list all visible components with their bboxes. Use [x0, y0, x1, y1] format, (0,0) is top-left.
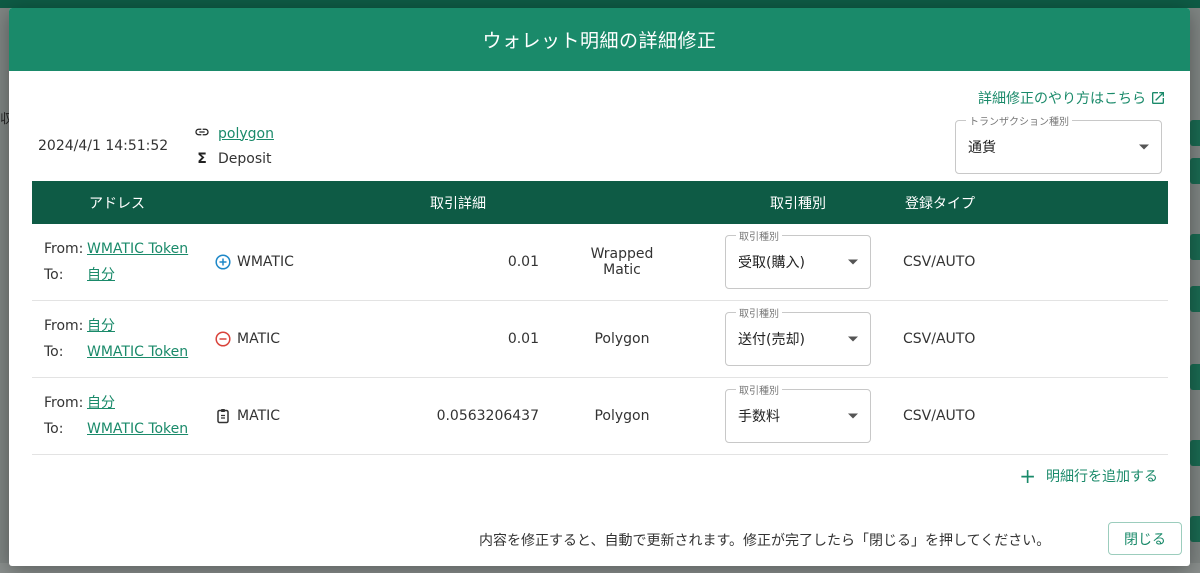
link-icon — [194, 124, 210, 144]
close-button[interactable]: 閉じる — [1108, 522, 1182, 555]
amount: 0.01 — [507, 254, 539, 270]
kind-select[interactable]: 取引種別 送付(売却) — [725, 305, 871, 366]
external-link-icon — [1152, 92, 1164, 104]
detail-edit-modal: ウォレット明細の詳細修正 詳細修正のやり方はこちら 2024/4/1 14:51… — [9, 8, 1190, 566]
transaction-type-select[interactable]: トランザクション種別 通貨 — [955, 113, 1162, 174]
dropdown-arrow-icon — [848, 413, 858, 419]
amount: 0.01 — [507, 331, 539, 347]
minus-circle-icon — [215, 331, 231, 347]
background-strip — [1190, 516, 1200, 542]
transaction-date: 2024/4/1 14:51:52 — [38, 138, 169, 154]
to-label: To: — [44, 421, 64, 437]
background-strip — [1190, 120, 1200, 146]
select-label: トランザクション種別 — [966, 113, 1072, 128]
network-link[interactable]: polygon — [218, 126, 274, 142]
column-header-address: アドレス — [89, 195, 145, 212]
token-cell: MATIC — [215, 331, 280, 347]
registration-type: CSV/AUTO — [903, 408, 976, 424]
kind-select[interactable]: 取引種別 手数料 — [725, 382, 871, 443]
to-label: To: — [44, 344, 64, 360]
from-link[interactable]: 自分 — [87, 318, 115, 334]
table-row: From: WMATIC Token To: 自分 WMATIC 0.01 Wrap… — [32, 224, 1168, 301]
from-link[interactable]: WMATIC Token — [87, 241, 188, 257]
from-link[interactable]: 自分 — [87, 395, 115, 411]
plus-circle-icon — [215, 254, 231, 270]
to-link[interactable]: 自分 — [87, 267, 115, 283]
category-label: Deposit — [218, 150, 272, 167]
kind-select[interactable]: 取引種別 受取(購入) — [725, 228, 871, 289]
background-strip — [1190, 286, 1200, 312]
token-name: Polygon — [594, 331, 650, 347]
transaction-meta: polygon Σ Deposit — [194, 121, 274, 171]
registration-type: CSV/AUTO — [903, 331, 976, 347]
dropdown-arrow-icon — [848, 259, 858, 265]
select-value: 通貨 — [968, 140, 996, 156]
modal-header: ウォレット明細の詳細修正 — [9, 8, 1190, 71]
token-name: Wrapped Matic — [590, 246, 654, 278]
dropdown-arrow-icon — [848, 336, 858, 342]
from-label: From: — [44, 318, 84, 334]
receipt-icon — [217, 409, 229, 424]
column-header-registration: 登録タイプ — [905, 195, 975, 212]
column-header-kind: 取引種別 — [770, 195, 826, 212]
registration-type: CSV/AUTO — [903, 254, 976, 270]
footer-message: 内容を修正すると、自動で更新されます。修正が完了したら「閉じる」を押してください… — [479, 533, 1051, 549]
from-label: From: — [44, 241, 84, 257]
token-symbol: WMATIC — [237, 254, 294, 270]
dropdown-arrow-icon — [1139, 144, 1149, 150]
address-cell: From: 自分 To: WMATIC Token — [44, 313, 188, 365]
select-label: 取引種別 — [736, 228, 782, 243]
select-label: 取引種別 — [736, 305, 782, 320]
help-link[interactable]: 詳細修正のやり方はこちら — [978, 88, 1166, 108]
background-strip — [1190, 234, 1200, 260]
sigma-icon: Σ — [197, 150, 207, 167]
select-value: 送付(売却) — [738, 332, 805, 348]
address-cell: From: WMATIC Token To: 自分 — [44, 236, 188, 288]
to-link[interactable]: WMATIC Token — [87, 421, 188, 437]
add-row-label: 明細行を追加する — [1046, 469, 1158, 485]
plus-icon: + — [1019, 464, 1036, 488]
help-link-label: 詳細修正のやり方はこちら — [978, 91, 1146, 107]
token-name: Polygon — [594, 408, 650, 424]
table-row: From: 自分 To: WMATIC Token MATIC 0.05632064… — [32, 378, 1168, 455]
background-strip — [1190, 158, 1200, 184]
background-strip — [1190, 364, 1200, 390]
token-symbol: MATIC — [237, 331, 281, 347]
to-label: To: — [44, 267, 64, 283]
select-value: 手数料 — [738, 409, 780, 425]
amount: 0.0563206437 — [436, 408, 539, 424]
modal-title: ウォレット明細の詳細修正 — [482, 30, 717, 52]
token-cell: WMATIC — [215, 254, 294, 270]
add-row-button[interactable]: + 明細行を追加する — [1019, 466, 1158, 486]
address-cell: From: 自分 To: WMATIC Token — [44, 390, 188, 442]
to-link[interactable]: WMATIC Token — [87, 344, 188, 360]
table-row: From: 自分 To: WMATIC Token MATIC 0.01 Polyg… — [32, 301, 1168, 378]
column-header-detail: 取引詳細 — [430, 195, 486, 212]
token-cell: MATIC — [215, 408, 280, 424]
from-label: From: — [44, 395, 84, 411]
select-label: 取引種別 — [736, 382, 782, 397]
select-value: 受取(購入) — [738, 255, 805, 271]
background-strip — [1190, 440, 1200, 466]
table-header: アドレス 取引詳細 取引種別 登録タイプ — [32, 181, 1168, 224]
token-symbol: MATIC — [237, 408, 281, 424]
background-topbar — [0, 0, 1200, 8]
